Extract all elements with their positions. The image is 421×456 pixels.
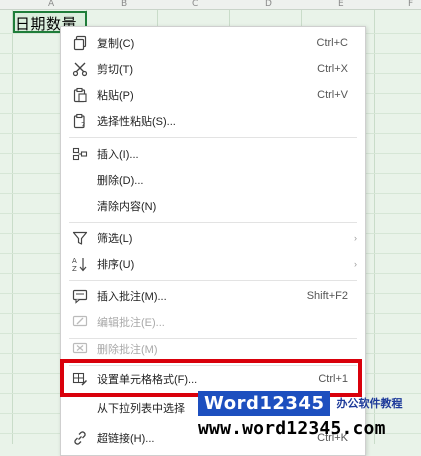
menu-item-paste-special[interactable]: ? 选择性粘贴(S)... [61, 108, 365, 134]
paste-special-icon: ? [72, 113, 88, 130]
column-header-bar: A B C D E F [0, 0, 421, 10]
edit-comment-icon [72, 314, 88, 330]
submenu-arrow-icon: › [354, 233, 357, 243]
menu-item-label: 选择性粘贴(S)... [97, 116, 176, 128]
watermark-top: Word12345 办公软件教程 [198, 389, 402, 417]
menu-item-clear-contents[interactable]: 清除内容(N) [61, 193, 365, 219]
sort-icon: AZ [72, 256, 88, 273]
filter-icon [72, 230, 88, 246]
submenu-arrow-icon: › [354, 259, 357, 269]
menu-item-label: 剪切(T) [97, 64, 134, 76]
menu-item-copy[interactable]: 复制(C) Ctrl+C [61, 30, 365, 56]
menu-item-label: 粘贴(P) [97, 90, 134, 102]
watermark-tag: 办公软件教程 [336, 397, 403, 410]
menu-item-label: 插入(I)... [97, 149, 139, 161]
menu-item-label: 筛选(L) [97, 233, 133, 245]
delete-comment-icon [72, 341, 88, 357]
menu-item-label: 从下拉列表中选择 [97, 403, 185, 415]
menu-item-label: 删除批注(M) [97, 344, 158, 356]
column-header-a[interactable]: A [48, 0, 54, 9]
menu-item-sort[interactable]: AZ 排序(U) › [61, 251, 365, 277]
menu-item-shortcut: Ctrl+V [317, 89, 348, 101]
grid-line [12, 10, 13, 444]
menu-separator [69, 137, 357, 138]
menu-item-label: 编辑批注(E)... [97, 317, 165, 329]
watermark-url: www.word12345.com [198, 418, 386, 439]
menu-item-insert[interactable]: 插入(I)... [61, 141, 365, 167]
menu-item-insert-comment[interactable]: 插入批注(M)... Shift+F2 [61, 283, 365, 309]
menu-item-label: 复制(C) [97, 38, 135, 50]
watermark: Word12345 办公软件教程 www.word12345.com [198, 389, 421, 444]
scissors-icon [72, 61, 88, 77]
menu-item-label: 排序(U) [97, 259, 135, 271]
menu-item-paste[interactable]: 粘贴(P) Ctrl+V [61, 82, 365, 108]
paste-icon [72, 87, 88, 103]
watermark-brand: Word12345 [198, 390, 331, 416]
menu-item-cut[interactable]: 剪切(T) Ctrl+X [61, 56, 365, 82]
menu-item-delete[interactable]: 删除(D)... [61, 167, 365, 193]
menu-item-label: 插入批注(M)... [97, 291, 167, 303]
menu-item-label: 清除内容(N) [97, 201, 157, 213]
column-header-c[interactable]: C [192, 0, 198, 9]
menu-separator [69, 222, 357, 223]
svg-text:Z: Z [72, 265, 77, 272]
svg-text:A: A [72, 257, 77, 265]
menu-item-edit-comment: 编辑批注(E)... [61, 309, 365, 335]
copy-icon [72, 35, 88, 51]
menu-separator [69, 280, 357, 281]
column-header-d[interactable]: D [265, 0, 272, 9]
menu-item-filter[interactable]: 筛选(L) › [61, 225, 365, 251]
column-header-e[interactable]: E [338, 0, 344, 9]
svg-text:?: ? [81, 121, 85, 129]
column-header-f[interactable]: F [408, 0, 413, 9]
menu-item-shortcut: Ctrl+X [317, 63, 348, 75]
menu-item-shortcut: Shift+F2 [306, 290, 348, 302]
grid-line [374, 10, 375, 444]
menu-item-label: 删除(D)... [97, 175, 144, 187]
comment-icon [72, 288, 88, 304]
column-header-b[interactable]: B [121, 0, 127, 9]
insert-icon [72, 146, 88, 162]
menu-item-shortcut: Ctrl+C [316, 37, 348, 49]
